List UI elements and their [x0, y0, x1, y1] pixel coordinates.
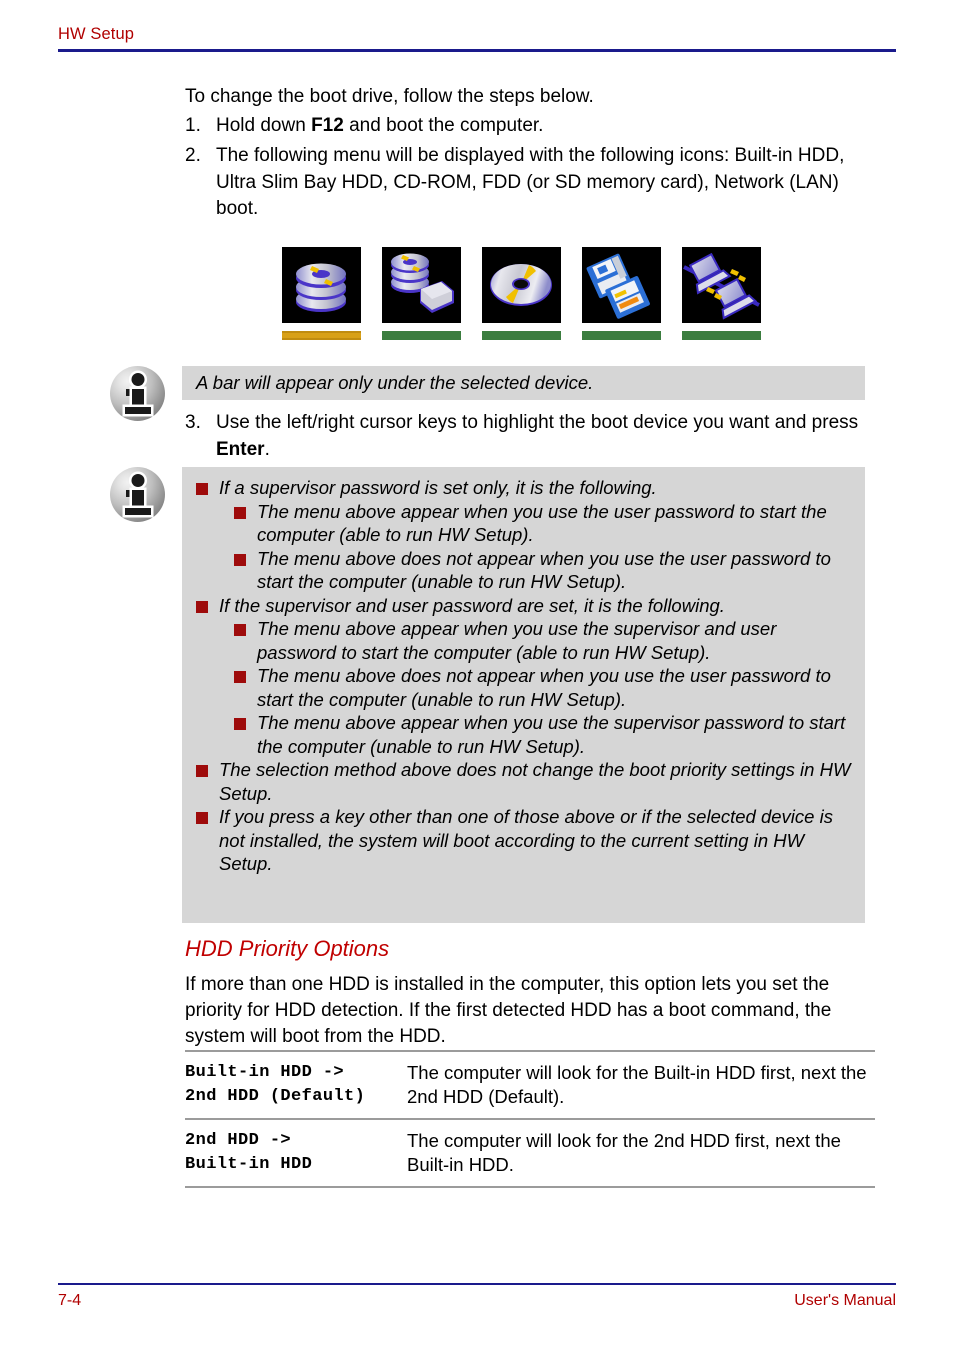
note-bullet: If the supervisor and user password are … [196, 594, 851, 618]
section-body-block: If more than one HDD is installed in the… [185, 972, 875, 1050]
table-cell-description: The computer will look for the Built-in … [407, 1062, 867, 1107]
bullet-square-icon [234, 624, 246, 636]
table-cell-description: The computer will look for the 2nd HDD f… [407, 1130, 841, 1175]
cd-rom-selection-bar [482, 331, 561, 340]
info-icon-foot [124, 508, 151, 515]
note-bullet: The menu above appear when you use the s… [234, 617, 851, 664]
info-icon-foot [124, 407, 151, 414]
note-bullet-text: If the supervisor and user password are … [219, 594, 725, 616]
step-2-number: 2. [185, 145, 201, 166]
bullet-square-icon [234, 553, 246, 566]
step-3-text-after: . [264, 438, 270, 460]
network-lan-icon [682, 247, 761, 323]
note-bullet: If a supervisor password is set only, it… [196, 476, 851, 500]
note-bullet-text: The menu above appear when you use the s… [257, 618, 777, 663]
bullet-square-icon [196, 600, 208, 613]
built-in-hdd-selection-bar [282, 331, 361, 340]
page-number: 7-4 [58, 1292, 82, 1309]
boot-device-built-in-hdd[interactable] [281, 247, 362, 340]
boot-device-icon-row [281, 247, 762, 340]
footer-rule [58, 1283, 896, 1285]
note-bullet: The menu above appear when you use the u… [234, 500, 851, 547]
table-term-line-1: 2nd HDD -> [185, 1131, 292, 1150]
note-bullet-text: The menu above appear when you use the s… [257, 712, 846, 757]
note-bullet: The selection method above does not chan… [196, 758, 851, 805]
bullet-square-icon [196, 812, 208, 824]
ultra-slim-bay-hdd-icon [382, 247, 461, 323]
note-bullet-text: The menu above does not appear when you … [257, 547, 831, 593]
built-in-hdd-icon [282, 247, 361, 323]
table-term-line-1: Built-in HDD -> [185, 1063, 345, 1082]
intro-block: To change the boot drive, follow the ste… [185, 84, 875, 110]
page-footer: 7-4 User's Manual [58, 1283, 896, 1310]
note-one-text: A bar will appear only under the selecte… [196, 372, 594, 393]
step-2: 2. The following menu will be displayed … [185, 143, 875, 223]
section-body-text: If more than one HDD is installed in the… [185, 974, 832, 1047]
info-icon-dot [131, 474, 144, 487]
step-3: 3. Use the left/right cursor keys to hig… [185, 410, 875, 463]
intro-lead: To change the boot drive, follow the ste… [185, 86, 594, 107]
table-term-line-2: 2nd HDD (Default) [185, 1087, 366, 1106]
table-term-line-2: Built-in HDD [185, 1155, 313, 1174]
note-box-password-behaviour: If a supervisor password is set only, it… [182, 467, 865, 923]
ultra-slim-bay-hdd-selection-bar [382, 331, 461, 340]
bullet-square-icon [234, 718, 246, 730]
info-icon [110, 366, 165, 421]
step-1-text-before: Hold down [216, 115, 312, 136]
note-bullet: If you press a key other than one of tho… [196, 805, 851, 876]
note-bullet-text: The menu above appear when you use the u… [257, 500, 827, 546]
bullet-square-icon [196, 765, 208, 777]
step-1-text: Hold down F12 and boot the computer. [216, 113, 875, 140]
note-bullet: The menu above appear when you use the s… [234, 711, 851, 758]
info-icon-dot [131, 373, 144, 386]
step-1-keycap: F12 [311, 115, 344, 136]
note-bullet-text: If you press a key other than one of tho… [219, 806, 833, 874]
boot-device-network-lan[interactable] [681, 247, 762, 340]
info-icon-note-one [110, 366, 168, 424]
table-row: Built-in HDD -> 2nd HDD (Default) The co… [185, 1052, 875, 1118]
info-icon-note-two [110, 467, 168, 525]
bullet-square-icon [196, 483, 208, 495]
section-heading-block: HDD Priority Options [185, 936, 875, 962]
hdd-priority-table: Built-in HDD -> 2nd HDD (Default) The co… [185, 1050, 875, 1188]
table-rule [185, 1186, 875, 1188]
table-row: 2nd HDD -> Built-in HDD The computer wil… [185, 1120, 875, 1186]
step-1: 1. Hold down F12 and boot the computer. [185, 113, 875, 140]
bullet-square-icon [234, 671, 246, 683]
cd-rom-icon [482, 247, 561, 323]
step-3-keycap: Enter [216, 438, 265, 460]
note-bullet: The menu above does not appear when you … [234, 664, 851, 711]
bullet-square-icon [234, 506, 246, 519]
info-icon [110, 467, 165, 522]
step-1-number: 1. [185, 115, 201, 136]
boot-device-cd-rom[interactable] [481, 247, 562, 340]
table-cell-term: 2nd HDD -> Built-in HDD [185, 1129, 407, 1177]
step-3-text: Use the left/right cursor keys to highli… [216, 410, 875, 463]
chapter-title: HW Setup [58, 25, 134, 43]
step-3-text-before: Use the left/right cursor keys to highli… [216, 412, 859, 433]
boot-device-fdd[interactable] [581, 247, 662, 340]
header-rule [58, 49, 896, 52]
network-lan-selection-bar [682, 331, 761, 340]
step-2-text: The following menu will be displayed wit… [216, 145, 845, 219]
note-box-bar-indicator: A bar will appear only under the selecte… [182, 366, 865, 400]
note-bullet-text: If a supervisor password is set only, it… [219, 477, 657, 498]
note-bullet-text: The menu above does not appear when you … [257, 665, 831, 710]
step-3-number: 3. [185, 412, 201, 433]
fdd-sd-memory-icon [582, 247, 661, 323]
section-heading: HDD Priority Options [185, 936, 390, 961]
manual-label: User's Manual [794, 1292, 896, 1309]
step-1-text-after: and boot the computer. [343, 115, 544, 136]
note-bullet: The menu above does not appear when you … [234, 547, 851, 594]
note-bullet-text: The selection method above does not chan… [219, 759, 851, 804]
boot-device-ultra-slim-bay-hdd[interactable] [381, 247, 462, 340]
page-header: HW Setup [58, 24, 896, 52]
fdd-selection-bar [582, 331, 661, 340]
table-cell-term: Built-in HDD -> 2nd HDD (Default) [185, 1061, 407, 1109]
